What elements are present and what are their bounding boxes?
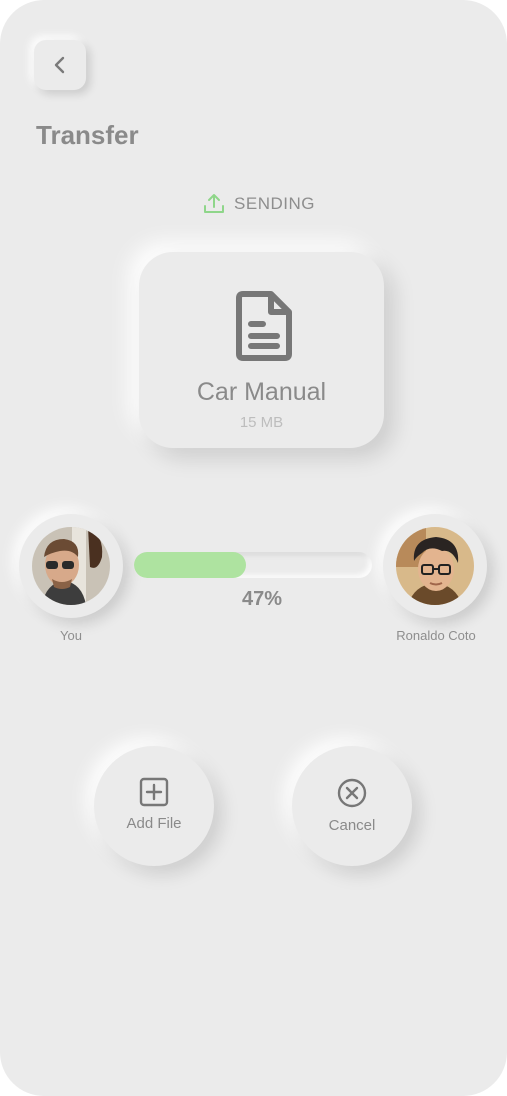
- avatar-you[interactable]: [32, 527, 110, 605]
- document-icon: [236, 291, 292, 361]
- plus-square-icon: [139, 777, 169, 807]
- progress-bar: [134, 552, 372, 578]
- status-text: SENDING: [234, 194, 315, 213]
- progress-fill: [134, 552, 246, 578]
- avatar-ronaldo[interactable]: [396, 527, 474, 605]
- sender-avatar-ring: [19, 514, 123, 618]
- chevron-left-icon: [54, 56, 65, 74]
- app-screen: Transfer SENDING Car Manual 15 MB You 47…: [0, 0, 507, 1096]
- file-card: Car Manual 15 MB: [139, 252, 384, 448]
- recipient-avatar-ring: [383, 514, 487, 618]
- page-title: Transfer: [36, 120, 139, 150]
- add-file-label: Add File: [126, 815, 182, 832]
- sender-name: You: [60, 628, 82, 643]
- add-file-button[interactable]: Add File: [94, 746, 214, 866]
- progress-percentage: 47%: [241, 588, 283, 610]
- cancel-label: Cancel: [328, 817, 376, 834]
- close-circle-icon: [337, 778, 367, 808]
- file-size: 15 MB: [239, 414, 284, 431]
- back-button[interactable]: [34, 40, 86, 90]
- cancel-button[interactable]: Cancel: [292, 746, 412, 866]
- file-name: Car Manual: [196, 378, 327, 406]
- transfer-status: SENDING: [0, 192, 507, 216]
- recipient-name: Ronaldo Coto: [396, 628, 476, 643]
- upload-icon: [204, 194, 225, 213]
